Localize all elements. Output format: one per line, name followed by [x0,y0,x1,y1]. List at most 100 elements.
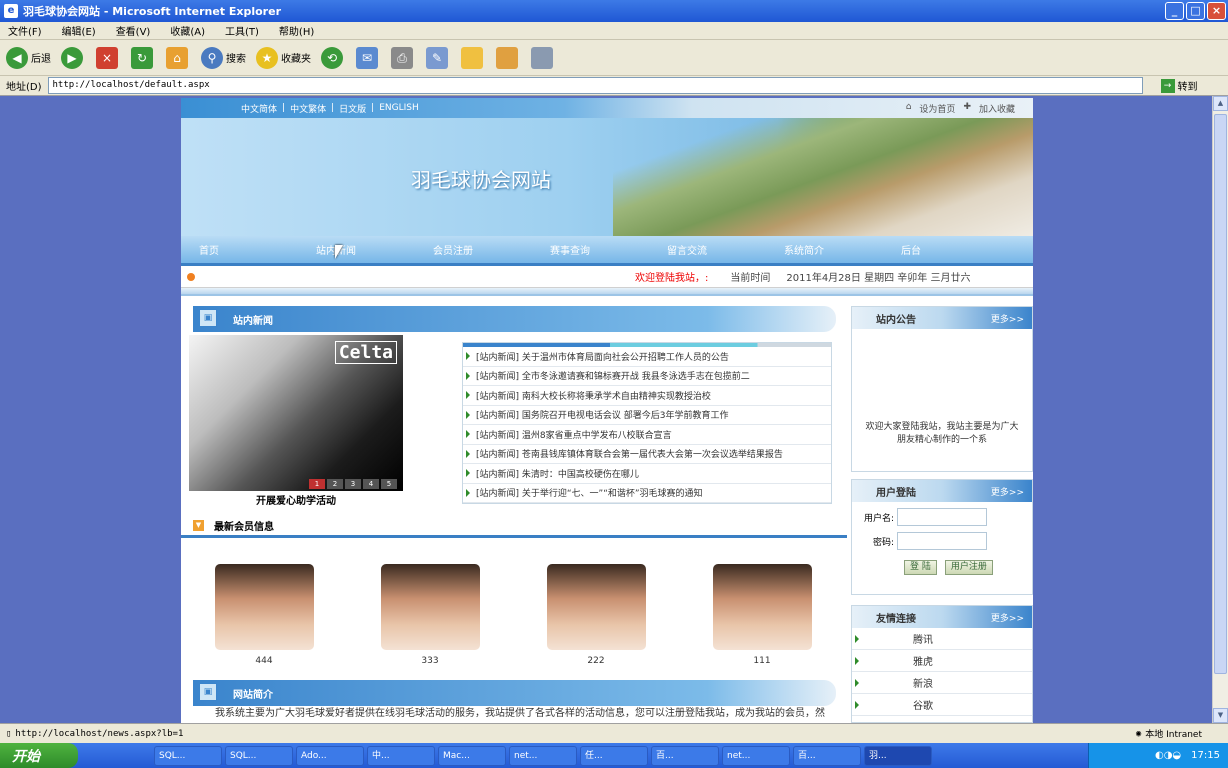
lang-traditional[interactable]: 中文繁体 [290,102,326,115]
login-more-link[interactable]: 更多>> [991,485,1024,498]
lang-simplified[interactable]: 中文简体 [241,102,277,115]
history-button[interactable]: ⟲ [321,46,346,69]
set-home-link[interactable]: 设为首页 [919,102,955,115]
stop-button[interactable]: × [96,46,121,69]
task-button-active[interactable]: 羽... [864,745,932,766]
news-item[interactable]: [站内新闻] 国务院召开电视电话会议 部署今后3年学前教育工作 [463,406,831,425]
lang-english[interactable]: ENGLISH [379,103,419,113]
news-item[interactable]: [站内新闻] 苍南县钱库镇体育联合会第一届代表大会第一次会议选举结果报告 [463,445,831,464]
slide-page-4[interactable]: 4 [363,479,379,489]
news-item[interactable]: [站内新闻] 全市冬泳邀请赛和锦标赛开战 我县冬泳选手志在包揽前二 [463,367,831,386]
news-item-text[interactable]: [站内新闻] 苍南县钱库镇体育联合会第一届代表大会第一次会议选举结果报告 [476,447,783,460]
scroll-up-icon[interactable]: ▲ [1213,96,1228,111]
news-item-text[interactable]: [站内新闻] 关于举行迎“七、一”“和谐杯”羽毛球赛的通知 [476,486,703,499]
close-button[interactable]: × [1207,2,1226,20]
task-button[interactable]: Mac... [438,745,506,766]
go-label[interactable]: 转到 [1178,78,1198,93]
news-item[interactable]: [站内新闻] 温州8家省重点中学发布八校联合宣言 [463,425,831,445]
maximize-button[interactable]: □ [1186,2,1205,20]
add-favorite-link[interactable]: 加入收藏 [979,102,1015,115]
slide-page-2[interactable]: 2 [327,479,343,489]
news-item-text[interactable]: [站内新闻] 温州8家省重点中学发布八校联合宣言 [476,428,672,441]
link-item[interactable]: 新浪 [852,672,1032,694]
nav-events[interactable]: 赛事查询 [532,242,649,257]
task-button[interactable]: SQL... [154,745,222,766]
menu-favorites[interactable]: 收藏(A) [170,23,205,38]
member-card[interactable]: 444 [181,564,347,666]
task-button[interactable]: net... [722,745,790,766]
print-button[interactable]: ⎙ [391,46,416,69]
go-icon[interactable]: → [1160,78,1175,93]
task-button[interactable]: 中... [367,745,435,766]
news-item[interactable]: [站内新闻] 朱清时：中国高校硬伤在哪儿 [463,464,831,484]
minimize-button[interactable]: _ [1165,2,1184,20]
favorites-button[interactable]: ★ 收藏夹 [256,46,311,69]
notice-more-link[interactable]: 更多>> [991,312,1024,325]
username-input[interactable] [897,508,987,526]
member-card[interactable]: 333 [347,564,513,666]
menu-help[interactable]: 帮助(H) [279,23,314,38]
mail-button[interactable]: ✉ [356,46,381,69]
news-item[interactable]: [站内新闻] 关于温州市体育局面向社会公开招聘工作人员的公告 [463,347,831,367]
nav-admin[interactable]: 后台 [883,242,1000,257]
research-button[interactable] [496,46,521,69]
back-button[interactable]: ◀ 后退 [6,46,51,69]
member-card[interactable]: 111 [679,564,845,666]
task-button[interactable]: SQL... [225,745,293,766]
messenger-button[interactable] [531,46,556,69]
news-item-text[interactable]: [站内新闻] 朱清时：中国高校硬伤在哪儿 [476,467,639,480]
clock[interactable]: 17:15 [1191,750,1220,761]
link-text[interactable]: 雅虎 [913,653,933,668]
nav-home[interactable]: 首页 [181,242,298,257]
slide-page-5[interactable]: 5 [381,479,397,489]
home-button[interactable]: ⌂ [166,46,191,69]
address-input[interactable]: http://localhost/default.aspx [47,77,1143,94]
menu-tools[interactable]: 工具(T) [225,23,259,38]
task-button[interactable]: Ado... [296,745,364,766]
news-slideshow-image[interactable]: Celta 1 2 3 4 5 [189,335,403,491]
edit-button[interactable]: ✎ [426,46,451,69]
slide-page-1[interactable]: 1 [309,479,325,489]
link-text[interactable]: 谷歌 [913,697,933,712]
news-item-text[interactable]: [站内新闻] 国务院召开电视电话会议 部署今后3年学前教育工作 [476,408,728,421]
login-button[interactable]: 登 陆 [904,560,937,575]
links-more-link[interactable]: 更多>> [991,611,1024,624]
slide-page-3[interactable]: 3 [345,479,361,489]
link-text[interactable]: 新浪 [913,675,933,690]
news-item[interactable]: [站内新闻] 关于举行迎“七、一”“和谐杯”羽毛球赛的通知 [463,484,831,503]
refresh-button[interactable]: ↻ [131,46,156,69]
link-item[interactable]: 腾讯 [852,628,1032,650]
notes-button[interactable] [461,46,486,69]
member-card[interactable]: 222 [513,564,679,666]
task-button[interactable]: 百... [793,745,861,766]
member-photo[interactable] [712,564,812,650]
link-item[interactable]: 谷歌 [852,694,1032,716]
news-item[interactable]: [站内新闻] 南科大校长称将秉承学术自由精神实现教授治校 [463,386,831,406]
menu-view[interactable]: 查看(V) [116,23,151,38]
member-photo[interactable] [214,564,314,650]
news-item-text[interactable]: [站内新闻] 关于温州市体育局面向社会公开招聘工作人员的公告 [476,350,729,363]
slideshow-caption[interactable]: 开展爱心助学活动 [189,492,403,507]
scroll-thumb[interactable] [1214,114,1227,674]
news-item-text[interactable]: [站内新闻] 全市冬泳邀请赛和锦标赛开战 我县冬泳选手志在包揽前二 [476,369,750,382]
forward-button[interactable]: ▶ [61,46,86,69]
nav-messages[interactable]: 留言交流 [649,242,766,257]
member-photo[interactable] [546,564,646,650]
task-button[interactable]: net... [509,745,577,766]
nav-register[interactable]: 会员注册 [415,242,532,257]
member-photo[interactable] [380,564,480,650]
lang-japanese[interactable]: 日文版 [339,102,366,115]
news-item-text[interactable]: [站内新闻] 南科大校长称将秉承学术自由精神实现教授治校 [476,389,711,402]
scroll-down-icon[interactable]: ▼ [1213,708,1228,723]
nav-news[interactable]: 站内新闻 [298,242,415,257]
link-text[interactable]: 腾讯 [913,631,933,646]
menu-edit[interactable]: 编辑(E) [62,23,96,38]
password-input[interactable] [897,532,987,550]
register-button[interactable]: 用户注册 [944,560,993,575]
search-button[interactable]: ⚲ 搜索 [201,46,246,69]
nav-about[interactable]: 系统简介 [766,242,883,257]
link-item[interactable]: 雅虎 [852,650,1032,672]
task-button[interactable]: 任... [580,745,648,766]
vertical-scrollbar[interactable]: ▲ ▼ [1212,96,1228,723]
menu-file[interactable]: 文件(F) [8,23,42,38]
